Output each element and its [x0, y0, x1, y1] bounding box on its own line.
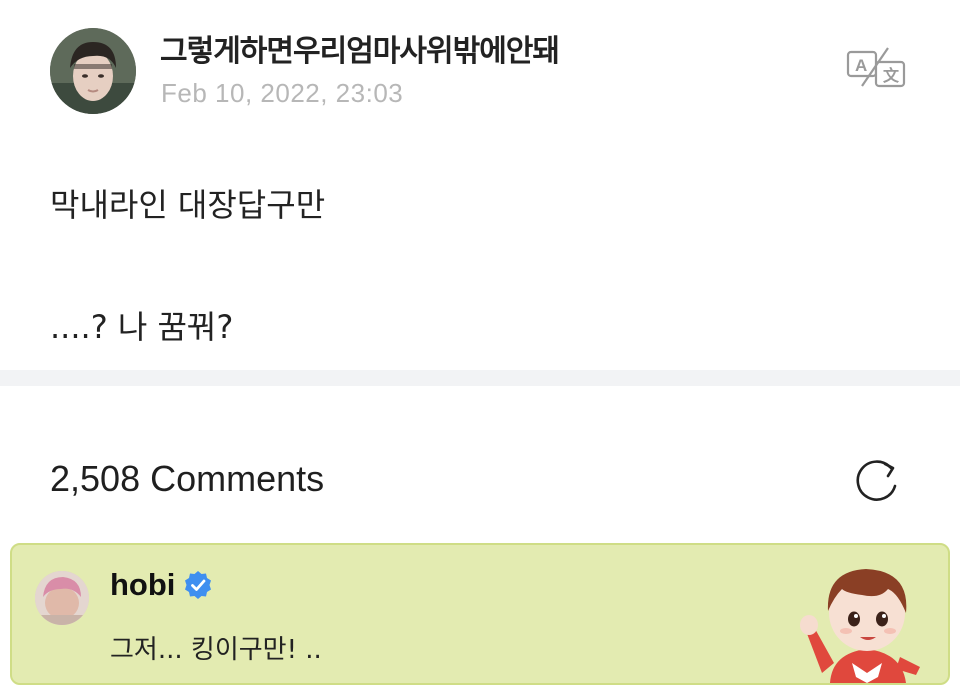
- character-sticker: [792, 553, 942, 683]
- featured-comment[interactable]: hobi 그저... 킹이구만! ..: [10, 543, 950, 685]
- author-avatar[interactable]: [50, 28, 136, 114]
- commenter-avatar[interactable]: [35, 571, 89, 625]
- comments-count: 2,508 Comments: [50, 458, 325, 499]
- post-text-line: 막내라인 대장답구만: [50, 186, 326, 224]
- post-body: 막내라인 대장답구만 ....? 나 꿈꿔?: [50, 178, 910, 354]
- translate-icon[interactable]: A 文: [846, 46, 908, 90]
- section-divider: [0, 370, 960, 386]
- post-date: Feb 10, 2022, 23:03: [161, 78, 404, 108]
- commenter-name[interactable]: hobi: [110, 567, 175, 603]
- refresh-icon[interactable]: [851, 456, 903, 508]
- svg-text:A: A: [855, 56, 867, 75]
- verified-badge-icon: [183, 570, 213, 600]
- post-text-line: ....? 나 꿈꿔?: [50, 308, 234, 346]
- svg-text:文: 文: [883, 66, 900, 85]
- commenter-name-row: hobi: [110, 567, 213, 603]
- post-header: 그렇게하면우리엄마사위밖에안돼 Feb 10, 2022, 23:03 A 文: [0, 0, 960, 140]
- author-name[interactable]: 그렇게하면우리엄마사위밖에안돼: [160, 26, 560, 70]
- comment-text: 그저... 킹이구만! ..: [110, 635, 322, 665]
